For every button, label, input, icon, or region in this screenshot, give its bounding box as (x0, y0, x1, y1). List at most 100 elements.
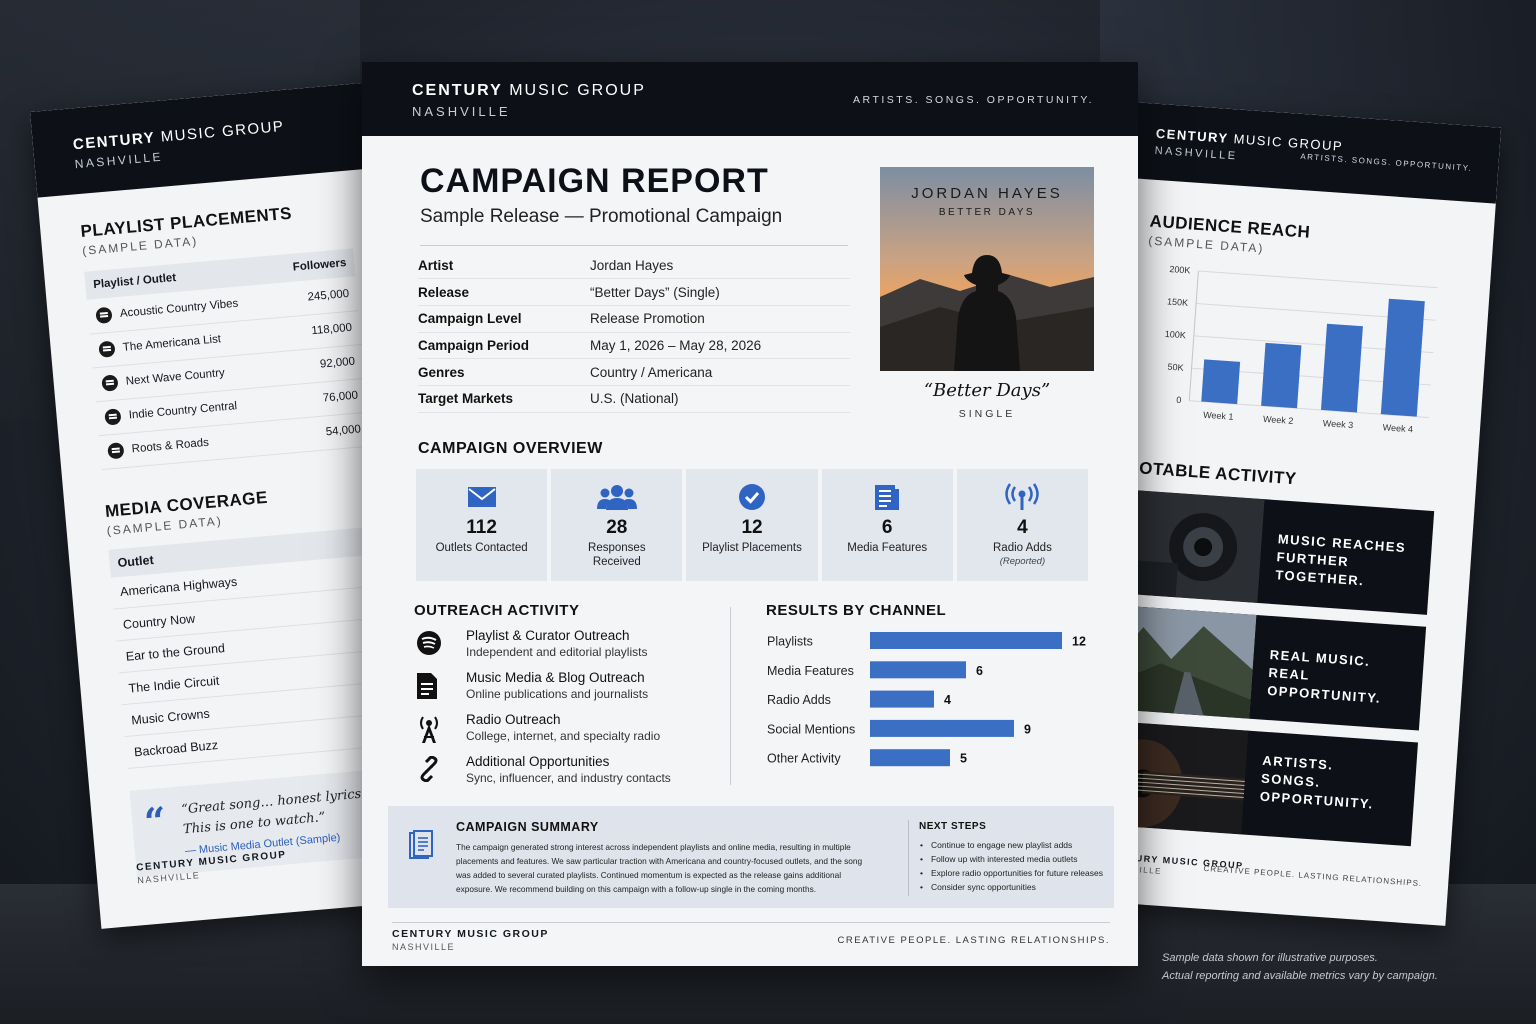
document-icon (822, 483, 953, 511)
playlist-name: Next Wave Country (125, 367, 226, 388)
bar (1201, 359, 1241, 405)
album-cover: JORDAN HAYES BETTER DAYS (880, 167, 1094, 371)
page-title: CAMPAIGN REPORT (420, 162, 769, 200)
kpi-card: 12 Playlist Placements (686, 469, 818, 581)
list-item: Playlist & Curator Outreach Independent a… (416, 628, 736, 670)
document-icon (416, 670, 466, 712)
page-header: CENTURY MUSIC GROUP NASHVILLE ARTISTS. S… (362, 62, 1138, 136)
bar (870, 632, 1062, 649)
y-tick-label: 100K (1165, 329, 1187, 340)
detail-label: Campaign Period (418, 332, 590, 360)
gridline (1198, 270, 1438, 289)
detail-value: Jordan Hayes (590, 252, 850, 280)
kpi-value: 6 (881, 517, 893, 538)
kpi-card: 4 Radio Adds (Reported) (956, 469, 1089, 581)
campaign-details-table: Artist Jordan Hayes Release “Better Days” … (418, 252, 850, 413)
list-item: Consider sync opportunities (920, 880, 1103, 894)
data-label: 5 (960, 752, 967, 766)
media-coverage-table: Outlet Americana Highways Country Now Ea… (108, 525, 397, 769)
campaign-overview-title: CAMPAIGN OVERVIEW (418, 440, 603, 457)
divider (420, 245, 848, 246)
category-label: Social Mentions (767, 722, 855, 736)
outreach-title: Music Media & Blog Outreach (466, 670, 645, 685)
streaming-icon (95, 306, 113, 324)
detail-value: U.S. (National) (590, 385, 850, 413)
list-item: Follow up with interested media outlets (920, 852, 1103, 866)
detail-value: Country / Americana (590, 358, 850, 386)
song-title: “Better Days” (923, 380, 1051, 401)
bar (1320, 323, 1363, 413)
cover-artist-name: JORDAN HAYES (911, 185, 1063, 202)
divider (908, 820, 909, 896)
data-label: 12 (1072, 635, 1086, 649)
radio-tower-icon (416, 712, 466, 754)
playlist-table: Playlist / Outlet Followers Acoustic Cou… (84, 248, 371, 470)
kpi-value: 4 (1017, 517, 1028, 538)
bar (870, 749, 950, 767)
detail-label: Target Markets (418, 385, 590, 413)
detail-label: Genres (418, 358, 590, 386)
kpi-value: 12 (741, 517, 763, 538)
bar (1261, 342, 1302, 409)
detail-row: Campaign Period May 1, 2026 – May 28, 202… (418, 332, 850, 360)
brand-city: NASHVILLE (412, 104, 511, 119)
kpi-note: (Reported) (999, 555, 1046, 567)
data-label: 4 (944, 693, 951, 707)
y-tick-label: 0 (1176, 395, 1182, 405)
outreach-desc: College, internet, and specialty radio (466, 729, 661, 743)
outreach-title: Radio Outreach (466, 712, 561, 727)
streaming-icon (107, 442, 125, 460)
campaign-summary-title: CAMPAIGN SUMMARY (456, 820, 599, 834)
notable-activity-text: REAL MUSIC. REAL OPPORTUNITY. (1266, 646, 1382, 707)
playlist-name: The Americana List (122, 333, 222, 354)
category-label: Playlists (767, 635, 813, 649)
detail-row: Campaign Level Release Promotion (418, 305, 850, 333)
kpi-card: 112 Outlets Contacted (416, 469, 548, 581)
list-item: Additional Opportunities Sync, influencer… (416, 754, 736, 796)
outreach-desc: Online publications and journalists (466, 687, 649, 701)
people-icon (551, 483, 682, 511)
data-label: 6 (976, 664, 983, 678)
cover-song-title: BETTER DAYS (938, 207, 1036, 218)
bar (870, 719, 1014, 737)
x-tick-label: Week 2 (1263, 414, 1294, 426)
next-steps-list: Continue to engage new playlist adds Fol… (920, 838, 1103, 894)
divider (730, 607, 731, 785)
outreach-title: Additional Opportunities (466, 754, 610, 769)
right-report-page: CENTURY MUSIC GROUP NASHVILLE ARTISTS. S… (1076, 102, 1502, 926)
detail-value: Release Promotion (590, 305, 850, 333)
category-label: Other Activity (767, 752, 841, 766)
list-item: Music Media & Blog Outreach Online public… (416, 670, 736, 712)
y-tick-label: 50K (1167, 362, 1184, 373)
kpi-label: Outlets Contacted (435, 542, 528, 554)
footer-tagline: CREATIVE PEOPLE. LASTING RELATIONSHIPS. (837, 935, 1110, 946)
y-tick-label: 200K (1169, 264, 1191, 275)
bar (870, 690, 934, 708)
kpi-label: Responses Received (588, 542, 646, 568)
headphones-photo (1115, 489, 1265, 603)
x-tick-label: Week 1 (1203, 410, 1234, 422)
list-item: Radio Outreach College, internet, and spe… (416, 712, 736, 754)
divider (392, 922, 1110, 923)
detail-row: Target Markets U.S. (National) (418, 385, 850, 413)
results-by-channel-title: RESULTS BY CHANNEL (766, 602, 947, 619)
streaming-icon (101, 374, 119, 392)
document-icon (408, 830, 434, 865)
category-label: Radio Adds (767, 693, 831, 707)
page-footer: CENTURY MUSIC GROUP NASHVILLE (392, 928, 549, 952)
notable-activity-card: REAL MUSIC. REAL OPPORTUNITY. (1107, 605, 1427, 731)
notable-activity-text: MUSIC REACHES FURTHER TOGETHER. (1274, 531, 1407, 589)
check-circle-icon (686, 483, 817, 511)
detail-row: Artist Jordan Hayes (418, 252, 850, 280)
envelope-icon (416, 483, 547, 511)
footer-brand: CENTURY MUSIC GROUP (392, 928, 549, 940)
data-label: 9 (1024, 722, 1031, 736)
campaign-summary-panel: CAMPAIGN SUMMARY The campaign generated … (388, 806, 1114, 908)
outreach-activity-title: OUTREACH ACTIVITY (414, 602, 580, 619)
page-subtitle: Sample Release — Promotional Campaign (420, 206, 783, 227)
detail-label: Release (418, 278, 590, 306)
outreach-desc: Sync, influencer, and industry contacts (466, 771, 671, 785)
release-type: SINGLE (958, 408, 1016, 420)
kpi-label: Media Features (847, 542, 928, 554)
outreach-desc: Independent and editorial playlists (466, 645, 648, 659)
